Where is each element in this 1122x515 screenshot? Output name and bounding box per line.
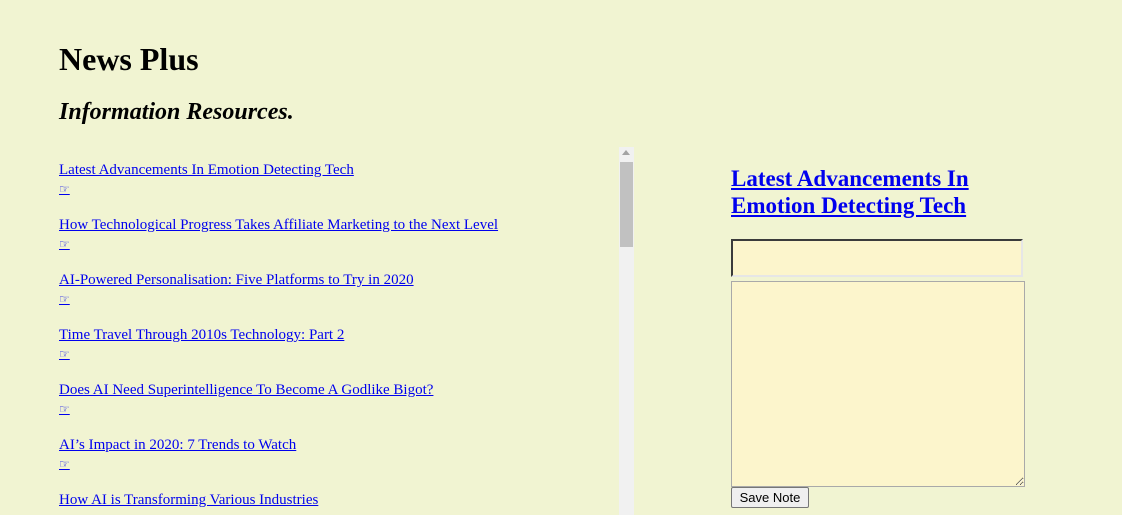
pointing-hand-icon[interactable]: ☞ xyxy=(59,237,70,251)
save-note-button[interactable]: Save Note xyxy=(731,487,809,508)
pointing-hand-icon[interactable]: ☞ xyxy=(59,457,70,471)
pointing-hand-icon[interactable]: ☞ xyxy=(59,292,70,306)
note-body-textarea[interactable] xyxy=(731,281,1025,487)
article-link[interactable]: AI-Powered Personalisation: Five Platfor… xyxy=(59,271,414,289)
list-item: Latest Advancements In Emotion Detecting… xyxy=(59,147,619,202)
pointing-hand-icon[interactable]: ☞ xyxy=(59,347,70,361)
article-list[interactable]: Latest Advancements In Emotion Detecting… xyxy=(59,147,619,515)
article-list-scrollbar[interactable] xyxy=(619,147,634,515)
note-title-input[interactable] xyxy=(731,239,1023,277)
list-item: Does AI Need Superintelligence To Become… xyxy=(59,367,619,422)
site-title: News Plus xyxy=(59,41,199,77)
list-item: Time Travel Through 2010s Technology: Pa… xyxy=(59,312,619,367)
article-link[interactable]: Latest Advancements In Emotion Detecting… xyxy=(59,161,354,179)
article-link[interactable]: AI’s Impact in 2020: 7 Trends to Watch xyxy=(59,436,296,454)
list-item: AI-Powered Personalisation: Five Platfor… xyxy=(59,257,619,312)
list-item: AI’s Impact in 2020: 7 Trends to Watch ☞ xyxy=(59,422,619,477)
scroll-up-arrow-icon[interactable] xyxy=(622,150,630,155)
article-link[interactable]: How AI is Transforming Various Industrie… xyxy=(59,491,318,509)
scrollbar-thumb[interactable] xyxy=(620,162,633,247)
article-link[interactable]: How Technological Progress Takes Affilia… xyxy=(59,216,498,234)
note-article-heading[interactable]: Latest Advancements In Emotion Detecting… xyxy=(731,165,1031,219)
page: News Plus Information Resources. Latest … xyxy=(0,0,1122,515)
article-link[interactable]: Time Travel Through 2010s Technology: Pa… xyxy=(59,326,344,344)
list-item: How AI is Transforming Various Industrie… xyxy=(59,477,619,515)
article-link[interactable]: Does AI Need Superintelligence To Become… xyxy=(59,381,433,399)
pointing-hand-icon[interactable]: ☞ xyxy=(59,402,70,416)
pointing-hand-icon[interactable]: ☞ xyxy=(59,182,70,196)
site-subtitle: Information Resources. xyxy=(59,99,294,125)
list-item: How Technological Progress Takes Affilia… xyxy=(59,202,619,257)
